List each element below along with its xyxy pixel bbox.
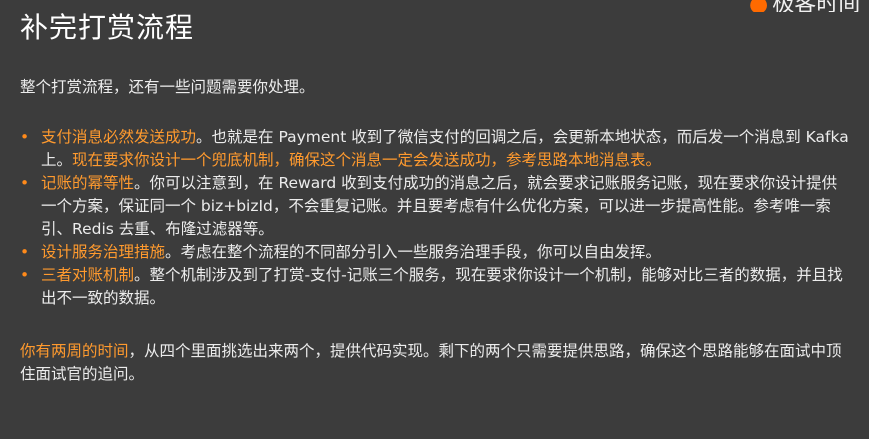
task-body: 。整个机制涉及到了打赏-支付-记账三个服务，现在要求你设计一个机制，能够对比三者… [41, 266, 843, 307]
logo-text: 极客时间 [772, 0, 860, 12]
bullet-icon: • [20, 266, 30, 284]
task-item: • 设计服务治理措施。考虑在整个流程的不同部分引入一些服务治理手段，你可以自由发… [20, 241, 850, 264]
intro-text: 整个打赏流程，还有一些问题需要你处理。 [20, 78, 315, 96]
slide-title: 补完打赏流程 [20, 11, 195, 44]
bullet-icon: • [20, 174, 30, 192]
task-heading: 记账的幂等性 [41, 174, 135, 192]
footer-body: ，从四个里面挑选出来两个，提供代码实现。剩下的两个只需要提供思路，确保这个思路能… [20, 342, 842, 383]
task-heading: 支付消息必然发送成功 [41, 128, 197, 146]
bullet-icon: • [20, 243, 30, 261]
footer-text: 你有两周的时间，从四个里面挑选出来两个，提供代码实现。剩下的两个只需要提供思路，… [20, 340, 850, 386]
task-item: • 记账的幂等性。你可以注意到，在 Reward 收到支付成功的消息之后，就会要… [20, 172, 850, 241]
footer-highlight: 你有两周的时间 [20, 342, 129, 360]
task-highlight: 现在要求你设计一个兜底机制，确保这个消息一定会发送成功，参考思路本地消息表。 [72, 151, 662, 169]
logo-icon: ● [749, 0, 768, 12]
task-item: • 三者对账机制。整个机制涉及到了打赏-支付-记账三个服务，现在要求你设计一个机… [20, 264, 850, 310]
task-heading: 三者对账机制 [41, 266, 135, 284]
task-item: • 支付消息必然发送成功。也就是在 Payment 收到了微信支付的回调之后，会… [20, 126, 850, 172]
task-heading: 设计服务治理措施 [41, 243, 166, 261]
slide-body: 整个打赏流程，还有一些问题需要你处理。 • 支付消息必然发送成功。也就是在 Pa… [20, 76, 850, 402]
bullet-icon: • [20, 128, 30, 146]
task-body: 。考虑在整个流程的不同部分引入一些服务治理手段，你可以自由发挥。 [165, 243, 662, 261]
task-list: • 支付消息必然发送成功。也就是在 Payment 收到了微信支付的回调之后，会… [20, 126, 850, 310]
brand-logo: ● 极客时间 [749, 0, 869, 12]
task-body: 。你可以注意到，在 Reward 收到支付成功的消息之后，就会要求记账服务记账，… [41, 174, 838, 238]
